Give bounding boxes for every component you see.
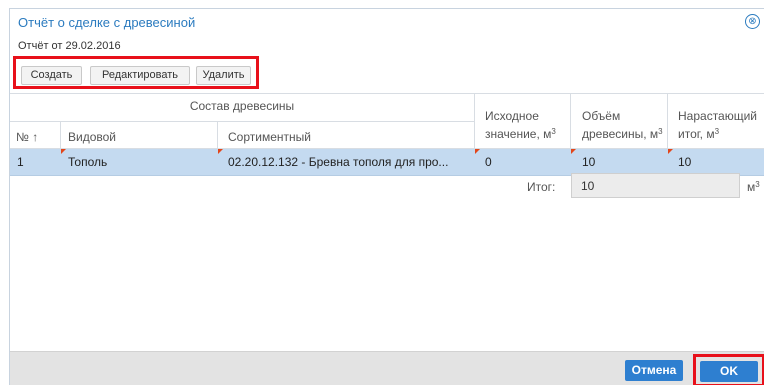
dialog-title: Отчёт о сделке с древесиной [18,15,196,30]
column-header-initial-value[interactable]: Исходное значение, м3 [475,94,571,149]
total-unit-superscript: 3 [755,180,760,189]
report-date: Отчёт от 29.02.2016 [18,40,121,52]
cell-cumulative[interactable]: 10 [668,149,764,176]
modified-marker [668,149,673,154]
cell-volume[interactable]: 10 [571,149,668,176]
grid-header: Состав древесины № ↑ Видовой Сортиментны… [10,93,764,149]
cell-species-text: Тополь [68,155,108,169]
column-header-cumulative[interactable]: Нарастающий итог, м3 [668,94,764,149]
delete-button[interactable]: Удалить [196,66,251,85]
cell-initial-text: 0 [485,155,492,169]
cell-species[interactable]: Тополь [61,149,218,176]
column-header-initial-line1: Исходное [485,109,539,123]
cell-assortment[interactable]: 02.20.12.132 - Бревна тополя для про... [218,149,475,176]
column-header-initial-line2: значение, м [485,127,552,141]
group-header-composition: Состав древесины [10,94,475,122]
dialog-footer: Отмена OK [10,351,764,385]
total-label: Итог: [527,180,556,194]
column-header-assortment[interactable]: Сортиментный [218,122,475,149]
column-header-volume-line1: Объём [582,109,621,123]
edit-button[interactable]: Редактировать [90,66,190,85]
modified-marker [218,149,223,154]
close-icon[interactable]: ⊗ [745,14,760,29]
column-header-num[interactable]: № ↑ [10,122,61,149]
unit-superscript: 3 [714,127,720,136]
total-field: 10 [571,173,740,198]
cell-volume-text: 10 [582,155,596,169]
cell-cumulative-text: 10 [678,155,692,169]
cancel-button[interactable]: Отмена [625,360,683,381]
total-unit: м3 [747,180,760,194]
modified-marker [61,149,66,154]
column-header-cumulative-line2: итог, м [678,127,715,141]
modified-marker [571,149,576,154]
column-header-volume-line2: древесины, м [582,127,659,141]
ok-button[interactable]: OK [700,361,758,382]
column-header-cumulative-line1: Нарастающий [678,109,758,123]
ok-highlight-frame: OK [693,354,764,385]
toolbar: Создать Редактировать Удалить [13,56,259,89]
dialog-title-bar: Отчёт о сделке с древесиной ⊗ [10,9,764,35]
create-button[interactable]: Создать [21,66,82,85]
cell-initial-value[interactable]: 0 [475,149,571,176]
cell-num: 1 [17,155,24,169]
table-row[interactable]: 1 Тополь 02.20.12.132 - Бревна тополя дл… [10,149,764,176]
unit-superscript: 3 [658,127,663,136]
modified-marker [475,149,480,154]
cell-assortment-text: 02.20.12.132 - Бревна тополя для про... [228,155,449,169]
unit-superscript: 3 [551,127,556,136]
deal-report-dialog: Отчёт о сделке с древесиной ⊗ Отчёт от 2… [9,8,764,385]
column-header-volume[interactable]: Объём древесины, м3 [571,94,668,149]
total-unit-text: м [747,180,756,194]
column-header-species[interactable]: Видовой [61,122,218,149]
